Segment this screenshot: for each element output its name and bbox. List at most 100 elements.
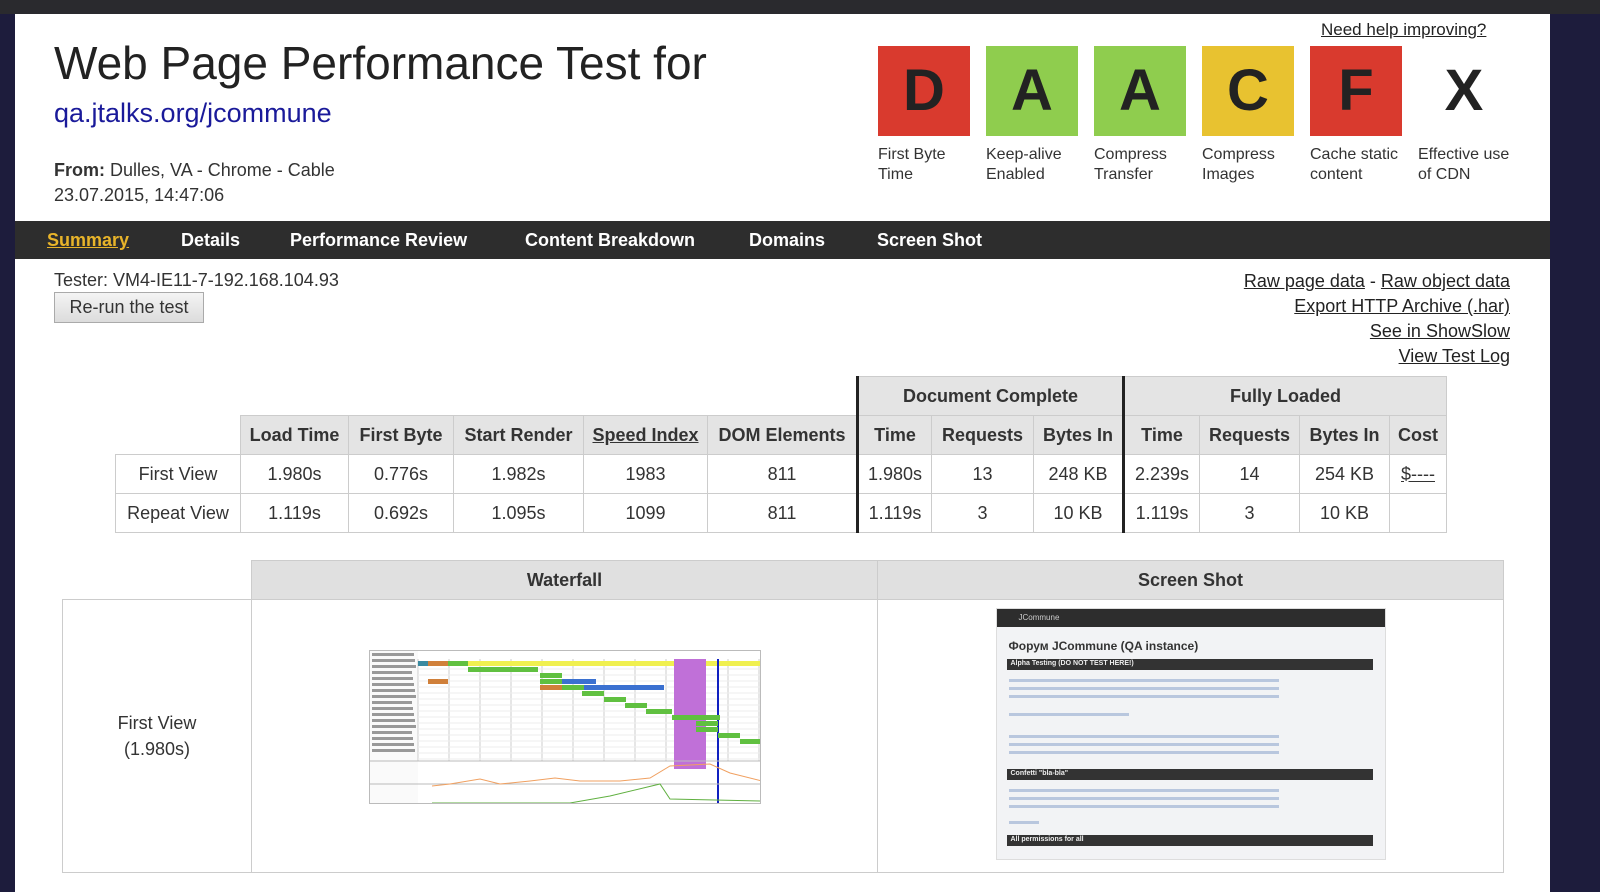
rerun-test-button[interactable]: Re-run the test xyxy=(54,292,204,323)
waterfall-request-bar xyxy=(427,678,448,684)
table-cell: 811 xyxy=(707,493,858,533)
column-header: DOM Elements xyxy=(707,415,858,455)
column-header: Requests xyxy=(1199,415,1300,455)
table-cell xyxy=(1389,493,1447,533)
grade-badge: F xyxy=(1310,46,1402,136)
waterfall-header: Waterfall xyxy=(251,560,878,600)
waterfall-table: Waterfall Screen Shot First View (1.980s) xyxy=(62,560,1504,873)
tab-content-breakdown[interactable]: Content Breakdown xyxy=(525,230,695,251)
column-header-row: Load Time First Byte Start Render Speed Ind… xyxy=(116,415,1447,455)
grade-badge: A xyxy=(986,46,1078,136)
table-cell: 3 xyxy=(1199,493,1300,533)
waterfall-request-bar xyxy=(539,672,562,678)
screenshot-section: Alpha Testing (DO NOT TEST HERE!) xyxy=(1006,658,1373,670)
row-time: (1.980s) xyxy=(123,739,191,759)
grade-5[interactable]: X Effective use of CDN xyxy=(1418,46,1510,185)
table-cell: 811 xyxy=(707,454,858,494)
waterfall-request-bar xyxy=(427,660,448,666)
grade-badge: C xyxy=(1202,46,1294,136)
waterfall-thumbnail[interactable] xyxy=(368,649,762,805)
showslow-link[interactable]: See in ShowSlow xyxy=(1370,321,1510,341)
waterfall-cpu-line xyxy=(431,762,762,786)
grade-label: Keep-alive Enabled xyxy=(986,146,1062,183)
test-datetime: 23.07.2015, 14:47:06 xyxy=(54,185,225,205)
grade-4[interactable]: F Cache static content xyxy=(1310,46,1402,185)
table-cell: 10 KB xyxy=(1299,493,1390,533)
screenshot-section: Confetti "bla-bla" xyxy=(1006,768,1373,780)
group-document-complete: Document Complete xyxy=(856,376,1124,416)
top-bar xyxy=(0,0,1600,14)
screenshot-thumbnail[interactable]: JCommune Форум JCommune (QA instance) Al… xyxy=(995,607,1386,860)
table-cell[interactable]: $---- xyxy=(1389,454,1447,494)
tab-performance-review[interactable]: Performance Review xyxy=(290,230,467,251)
need-help-link[interactable]: Need help improving? xyxy=(1321,20,1486,40)
tab-details[interactable]: Details xyxy=(181,230,240,251)
tab-screen-shot[interactable]: Screen Shot xyxy=(877,230,982,251)
table-cell: 10 KB xyxy=(1033,493,1124,533)
column-header: Bytes In xyxy=(1033,415,1124,455)
row-label: First View xyxy=(115,454,241,494)
table-cell: 1.980s xyxy=(240,454,349,494)
grade-0[interactable]: D First Byte Time xyxy=(878,46,970,185)
test-log-link[interactable]: View Test Log xyxy=(1399,346,1510,366)
waterfall-request-bar xyxy=(561,678,596,684)
waterfall-request-bar xyxy=(583,684,664,690)
column-header: Requests xyxy=(931,415,1034,455)
grade-label: Compress Transfer xyxy=(1094,146,1167,183)
waterfall-request-bar xyxy=(645,708,672,714)
results-table: Document Complete Fully Loaded Load Time… xyxy=(115,376,1447,533)
grade-label: Effective use of CDN xyxy=(1418,146,1510,183)
waterfall-bandwidth-line xyxy=(431,782,762,803)
tester-info: Tester: VM4-IE11-7-192.168.104.93 xyxy=(54,270,339,290)
screenshot-header: Screen Shot xyxy=(877,560,1504,600)
row-label: First View xyxy=(117,713,197,733)
screenshot-title: Форум JCommune (QA instance) xyxy=(1008,638,1199,653)
waterfall-request-bar xyxy=(417,660,428,666)
grade-badge: D xyxy=(878,46,970,136)
export-har-link[interactable]: Export HTTP Archive (.har) xyxy=(1294,296,1510,316)
group-header-row: Document Complete Fully Loaded xyxy=(116,376,1447,416)
link-separator: - xyxy=(1364,271,1381,291)
test-info: From: Dulles, VA - Chrome - Cable 23.07.… xyxy=(54,158,335,208)
from-label: From: xyxy=(54,160,105,180)
table-cell: 1099 xyxy=(583,493,708,533)
table-row: First View 1.980s 0.776s 1.982s 1983 811 1.980… xyxy=(115,454,1447,494)
waterfall-highlight-row xyxy=(417,660,762,666)
grade-3[interactable]: C Compress Images xyxy=(1202,46,1294,185)
grade-2[interactable]: A Compress Transfer xyxy=(1094,46,1186,185)
tab-domains[interactable]: Domains xyxy=(749,230,825,251)
tested-url-link[interactable]: qa.jtalks.org/jcommune xyxy=(54,98,332,129)
waterfall-request-bar xyxy=(561,684,584,690)
table-row: Repeat View 1.119s 0.692s 1.095s 1099 811 1.11… xyxy=(115,493,1447,533)
table-cell: 14 xyxy=(1199,454,1300,494)
screenshot-section: All permissions for all xyxy=(1006,834,1373,846)
table-cell: 1.095s xyxy=(453,493,584,533)
table-cell: 3 xyxy=(931,493,1034,533)
nav-bar: Summary Details Performance Review Conte… xyxy=(15,221,1550,259)
waterfall-request-bar xyxy=(581,690,604,696)
table-cell: 1.119s xyxy=(856,493,932,533)
column-header[interactable]: Speed Index xyxy=(583,415,708,455)
column-header: Time xyxy=(856,415,932,455)
column-header: Cost xyxy=(1389,415,1447,455)
table-cell: 0.692s xyxy=(348,493,454,533)
waterfall-request-bar xyxy=(695,726,718,732)
group-fully-loaded: Fully Loaded xyxy=(1122,376,1447,416)
first-view-row: First View (1.980s) JCommune Форум JComm… xyxy=(62,599,1504,873)
waterfall-request-bar xyxy=(695,720,718,726)
table-cell: 0.776s xyxy=(348,454,454,494)
grade-1[interactable]: A Keep-alive Enabled xyxy=(986,46,1078,185)
waterfall-request-bar xyxy=(539,684,562,690)
tab-summary[interactable]: Summary xyxy=(47,230,129,251)
grade-badge: A xyxy=(1094,46,1186,136)
column-header: Load Time xyxy=(240,415,349,455)
column-header: Start Render xyxy=(453,415,584,455)
table-cell: 1.119s xyxy=(1122,493,1200,533)
column-header: Time xyxy=(1122,415,1200,455)
table-cell: 254 KB xyxy=(1299,454,1390,494)
table-cell: 1.980s xyxy=(856,454,932,494)
raw-object-data-link[interactable]: Raw object data xyxy=(1381,271,1510,291)
table-cell: 1983 xyxy=(583,454,708,494)
waterfall-request-bar xyxy=(467,666,538,672)
raw-page-data-link[interactable]: Raw page data xyxy=(1244,271,1365,291)
